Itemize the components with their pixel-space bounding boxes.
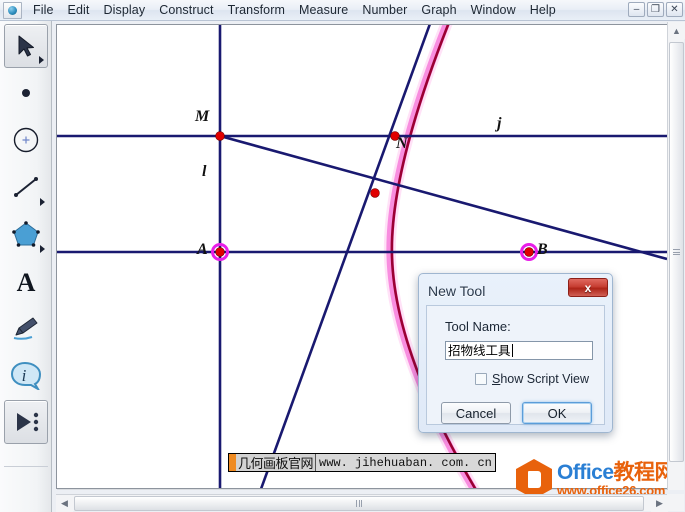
custom-tool[interactable]: [3, 400, 48, 444]
straightedge-tool[interactable]: [4, 165, 48, 209]
window-controls: – ❐ ✕: [628, 2, 683, 17]
arrow-tool[interactable]: [3, 24, 48, 68]
menu-display[interactable]: Display: [97, 1, 153, 20]
pentagon-icon: [11, 221, 40, 247]
point-A: [215, 247, 225, 257]
point-M: [215, 131, 225, 141]
vertical-scroll-thumb[interactable]: [669, 42, 684, 462]
restore-button[interactable]: ❐: [647, 2, 664, 17]
straightedge-tool-flyout-arrow[interactable]: [39, 198, 45, 206]
tool-name-label: Tool Name:: [445, 319, 511, 334]
show-script-view-label-rest: how Script View: [500, 372, 590, 386]
menu-window[interactable]: Window: [464, 1, 523, 20]
scrollbar-corner: [667, 494, 684, 511]
segment-M-B: [219, 134, 667, 261]
label-B: B: [537, 241, 548, 258]
dialog-title: New Tool: [428, 282, 486, 299]
horizontal-scrollbar[interactable]: ◀ ▶: [56, 494, 668, 512]
letter-a-icon: A: [16, 268, 35, 295]
show-script-view-row[interactable]: Show Script View: [475, 372, 589, 386]
horizontal-scroll-thumb[interactable]: [74, 496, 644, 511]
menu-file[interactable]: File: [26, 1, 61, 20]
text-tool[interactable]: A: [4, 259, 48, 303]
point-tool[interactable]: [4, 71, 48, 115]
application-window: File Edit Display Construct Transform Me…: [0, 0, 685, 512]
menu-edit[interactable]: Edit: [61, 1, 97, 20]
tool-name-input[interactable]: 招物线工具: [445, 341, 593, 360]
scroll-up-button[interactable]: ▲: [668, 22, 685, 39]
compass-tool[interactable]: [4, 118, 48, 162]
scroll-left-button[interactable]: ◀: [56, 494, 73, 512]
vertical-scrollbar[interactable]: ▲: [667, 22, 685, 490]
minimize-button[interactable]: –: [628, 2, 645, 17]
dialog-close-button[interactable]: x: [568, 278, 608, 297]
close-button[interactable]: ✕: [666, 2, 683, 17]
watermark-url-text: www. jihehuaban. com. cn: [316, 454, 495, 471]
info-bubble-icon: i: [10, 361, 41, 390]
menu-number[interactable]: Number: [355, 1, 414, 20]
horizontal-thumb-grip: [356, 500, 362, 507]
site-watermark: 几何画板官网 www. jihehuaban. com. cn: [228, 453, 496, 472]
menu-bar: File Edit Display Construct Transform Me…: [0, 0, 685, 21]
office-logo-name-cn: 教程网: [613, 460, 676, 484]
label-l: l: [202, 163, 207, 180]
text-caret: [511, 344, 513, 357]
label-j: j: [497, 115, 502, 132]
menu-measure[interactable]: Measure: [292, 1, 355, 20]
dialog-buttons: Cancel OK: [441, 402, 592, 424]
menu-help[interactable]: Help: [523, 1, 563, 20]
marker-tool[interactable]: [4, 306, 48, 350]
label-M: M: [195, 108, 210, 125]
menu-graph[interactable]: Graph: [414, 1, 463, 20]
scroll-right-button[interactable]: ▶: [651, 494, 668, 512]
toolbar-divider: [4, 466, 48, 467]
arrow-tool-flyout-arrow[interactable]: [38, 56, 44, 64]
line-icon: [13, 177, 38, 197]
line-through-N: [259, 25, 431, 488]
tool-palette: A i: [0, 21, 52, 512]
office-hexagon-icon: [516, 459, 552, 499]
cancel-button[interactable]: Cancel: [441, 402, 511, 424]
menu-construct[interactable]: Construct: [152, 1, 220, 20]
polygon-tool-flyout-arrow[interactable]: [39, 245, 45, 253]
tool-name-value: 招物线工具: [448, 343, 511, 358]
new-tool-dialog: New Tool x Tool Name: 招物线工具 Show Script …: [418, 273, 613, 433]
point-intersection: [370, 188, 380, 198]
ok-button[interactable]: OK: [522, 402, 592, 424]
office26-logo: Office教程网 www.office26.com: [516, 459, 676, 499]
vertical-thumb-grip: [673, 249, 680, 255]
office-logo-name-en: Office: [557, 460, 614, 484]
dialog-title-bar[interactable]: New Tool x: [422, 277, 609, 304]
show-script-view-label: Show Script View: [492, 372, 590, 386]
label-N: N: [396, 135, 408, 152]
play-dots-icon: [16, 412, 38, 432]
label-A: A: [197, 241, 208, 258]
point-icon: [21, 89, 30, 97]
circle-icon: [13, 127, 38, 153]
sketchpad-logo-icon: [3, 1, 22, 19]
office-logo-name: Office教程网: [557, 460, 676, 484]
pencil-icon: [13, 317, 37, 340]
information-tool[interactable]: i: [4, 353, 48, 397]
menu-transform[interactable]: Transform: [221, 1, 292, 20]
svg-text:A: A: [16, 268, 35, 295]
show-script-view-checkbox[interactable]: [475, 373, 487, 385]
dialog-body: Tool Name: 招物线工具 Show Script View Cancel…: [426, 305, 605, 425]
watermark-accent-bar: [229, 454, 236, 471]
office-logo-text: Office教程网 www.office26.com: [557, 460, 676, 497]
arrow-icon: [18, 35, 34, 57]
svg-text:i: i: [21, 366, 26, 385]
polygon-tool[interactable]: [4, 212, 48, 256]
watermark-cn-text: 几何画板官网: [236, 454, 317, 472]
point-B: [524, 247, 534, 257]
